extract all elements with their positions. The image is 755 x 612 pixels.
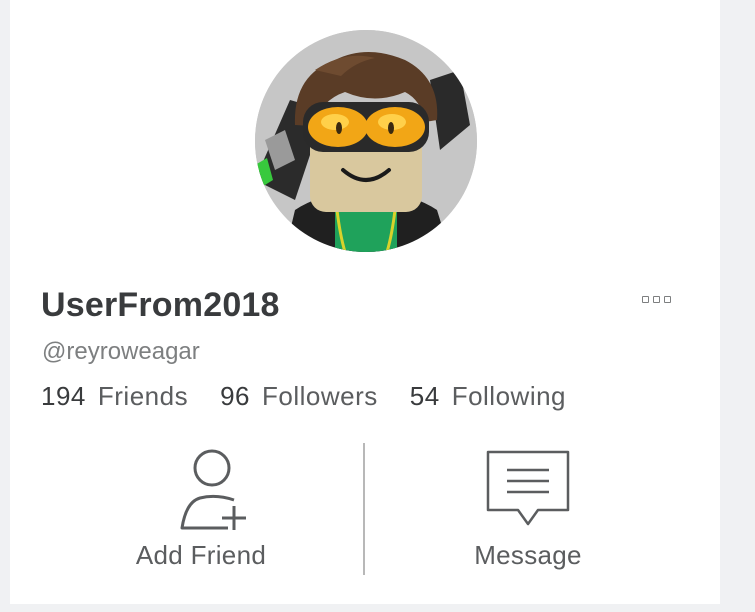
message-label: Message [474,540,582,570]
action-divider [363,443,365,575]
more-options-dot [653,295,660,303]
add-friend-icon [180,449,246,530]
friends-count: 194 [41,381,86,411]
more-options-dot [642,295,649,303]
add-friend-button[interactable]: Add Friend [76,448,326,578]
profile-stats: 194 Friends 96 Followers 54 Following [41,381,566,412]
friends-stat[interactable]: 194 Friends [41,381,188,412]
following-count: 54 [409,381,440,411]
followers-stat[interactable]: 96 Followers [220,381,378,412]
profile-card: UserFrom2018 @reyroweagar 194 Friends 96… [10,0,720,604]
display-name: UserFrom2018 [41,286,280,324]
followers-label: Followers [262,381,378,411]
following-label: Following [451,381,567,411]
message-button[interactable]: Message [403,448,653,578]
more-options-icon[interactable] [642,292,686,306]
following-stat[interactable]: 54 Following [410,381,566,412]
followers-count: 96 [220,381,251,411]
avatar[interactable] [255,30,477,252]
username: @reyroweagar [42,338,200,365]
avatar-image [255,30,477,252]
add-friend-label: Add Friend [135,540,267,570]
more-options-dot [664,295,671,303]
message-icon [486,450,570,526]
friends-label: Friends [97,381,189,411]
